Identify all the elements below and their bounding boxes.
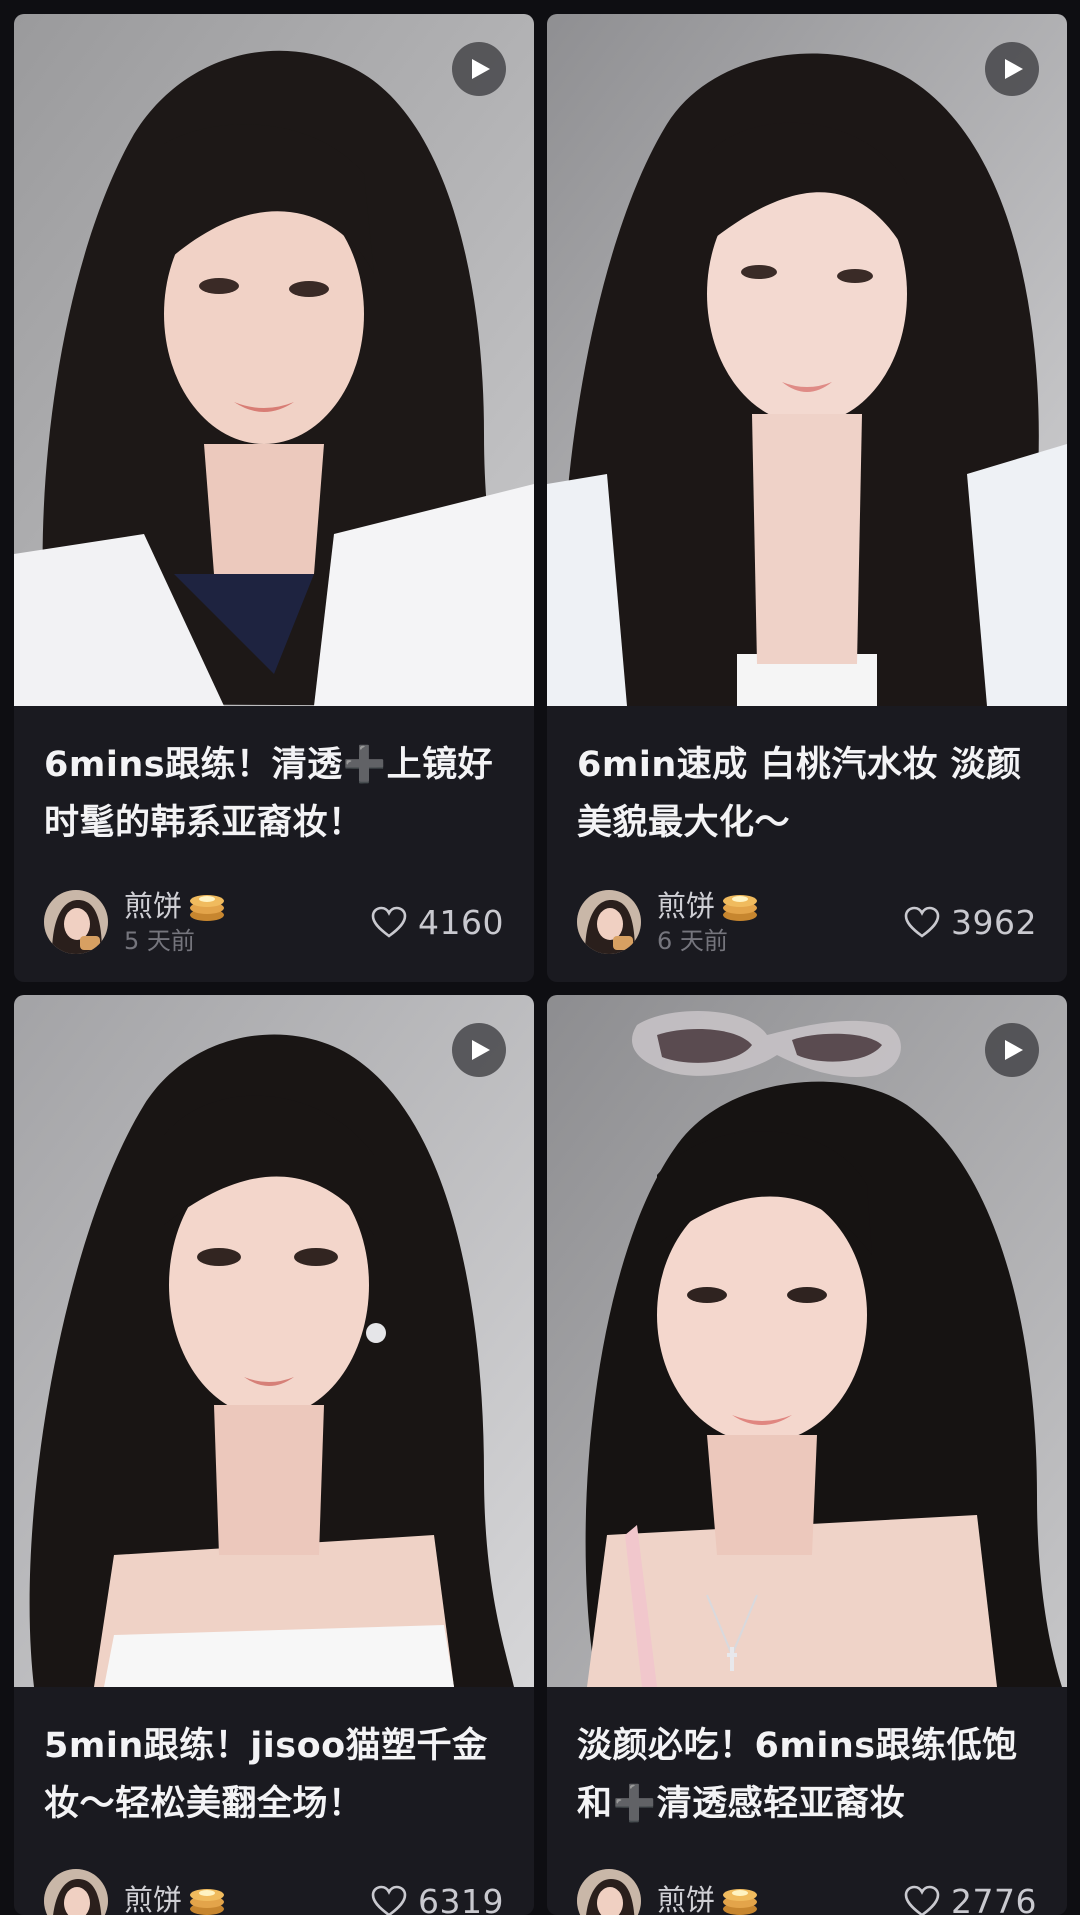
note-card[interactable]: 5min跟练！jisoo猫塑千金妆～轻松美翻全场！ 煎饼 (14, 995, 534, 1915)
pancake-emoji-icon (721, 889, 759, 923)
author-info[interactable]: 煎饼 5 天前 (44, 888, 226, 956)
pancake-emoji-icon (188, 1883, 226, 1915)
like-button[interactable]: 3962 (903, 903, 1037, 942)
play-button[interactable] (452, 42, 506, 96)
note-title[interactable]: 6min速成 白桃汽水妆 淡颜美貌最大化～ (577, 736, 1037, 852)
pancake-emoji-icon (188, 889, 226, 923)
like-count: 4160 (418, 903, 504, 942)
note-title[interactable]: 6mins跟练！清透➕上镜好时髦的韩系亚裔妆！ (44, 736, 504, 852)
play-button[interactable] (985, 1023, 1039, 1077)
author-name: 煎饼 (124, 888, 182, 924)
note-cover-image[interactable] (14, 14, 534, 706)
heart-icon (370, 905, 408, 939)
author-info[interactable]: 煎饼 (44, 1869, 226, 1915)
publish-time: 6 天前 (657, 926, 759, 956)
note-card[interactable]: 淡颜必吃！6mins跟练低饱和➕清透感轻亚裔妆 煎饼 (547, 995, 1067, 1915)
heart-icon (903, 905, 941, 939)
note-feed: 6mins跟练！清透➕上镜好时髦的韩系亚裔妆！ 煎饼 5 天前 (0, 0, 1080, 1896)
heart-icon (370, 1884, 408, 1915)
like-count: 6319 (418, 1882, 504, 1915)
avatar[interactable] (44, 1869, 108, 1915)
author-name: 煎饼 (124, 1882, 182, 1915)
pancake-emoji-icon (721, 1883, 759, 1915)
like-button[interactable]: 6319 (370, 1882, 504, 1915)
heart-icon (903, 1884, 941, 1915)
note-cover-image[interactable] (547, 14, 1067, 706)
note-title[interactable]: 5min跟练！jisoo猫塑千金妆～轻松美翻全场！ (44, 1717, 504, 1833)
avatar[interactable] (577, 890, 641, 954)
like-count: 3962 (951, 903, 1037, 942)
like-count: 2776 (951, 1882, 1037, 1915)
author-info[interactable]: 煎饼 (577, 1869, 759, 1915)
author-info[interactable]: 煎饼 6 天前 (577, 888, 759, 956)
portrait-image (14, 995, 534, 1687)
play-icon (470, 57, 492, 81)
note-title[interactable]: 淡颜必吃！6mins跟练低饱和➕清透感轻亚裔妆 (577, 1717, 1037, 1833)
note-card[interactable]: 6mins跟练！清透➕上镜好时髦的韩系亚裔妆！ 煎饼 5 天前 (14, 14, 534, 982)
note-cover-image[interactable] (547, 995, 1067, 1687)
play-button[interactable] (452, 1023, 506, 1077)
note-card[interactable]: 6min速成 白桃汽水妆 淡颜美貌最大化～ 煎饼 6 天前 (547, 14, 1067, 982)
avatar[interactable] (577, 1869, 641, 1915)
author-name: 煎饼 (657, 888, 715, 924)
note-cover-image[interactable] (14, 995, 534, 1687)
publish-time: 5 天前 (124, 926, 226, 956)
like-button[interactable]: 4160 (370, 903, 504, 942)
play-icon (470, 1038, 492, 1062)
portrait-image (547, 995, 1067, 1687)
portrait-image (547, 14, 1067, 706)
like-button[interactable]: 2776 (903, 1882, 1037, 1915)
play-icon (1003, 57, 1025, 81)
author-name: 煎饼 (657, 1882, 715, 1915)
avatar[interactable] (44, 890, 108, 954)
play-icon (1003, 1038, 1025, 1062)
play-button[interactable] (985, 42, 1039, 96)
portrait-image (14, 14, 534, 706)
